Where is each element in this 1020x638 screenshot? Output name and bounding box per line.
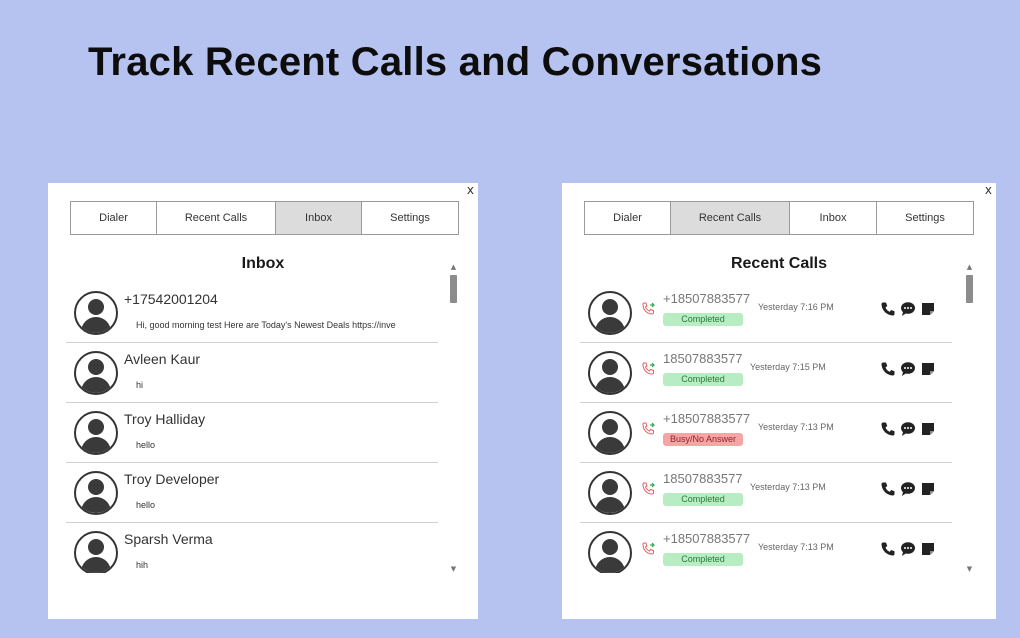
- message-snippet: Hi, good morning test Here are Today's N…: [136, 320, 396, 330]
- phone-icon[interactable]: [880, 481, 896, 497]
- contact-name: Troy Developer: [124, 471, 220, 487]
- close-button[interactable]: x: [985, 183, 992, 197]
- call-number: 18507883577: [663, 351, 743, 366]
- message-row[interactable]: Sparsh Verma hih: [66, 523, 438, 573]
- avatar-icon: [588, 531, 632, 573]
- tab-dialer[interactable]: Dialer: [585, 202, 671, 234]
- call-row[interactable]: 18507883577 Yesterday 7:13 PM Completed: [580, 463, 952, 523]
- contact-name: Avleen Kaur: [124, 351, 201, 367]
- call-number: +18507883577: [663, 291, 751, 306]
- outgoing-call-icon: [642, 482, 655, 495]
- call-row[interactable]: 18507883577 Yesterday 7:15 PM Completed: [580, 343, 952, 403]
- scrollbar[interactable]: ▲ ▼: [965, 263, 974, 573]
- tab-settings[interactable]: Settings: [877, 202, 973, 234]
- tab-settings[interactable]: Settings: [362, 202, 458, 234]
- outgoing-call-icon: [642, 302, 655, 315]
- message-row[interactable]: Troy Developer hello: [66, 463, 438, 523]
- chat-bubble-icon[interactable]: [900, 481, 916, 497]
- avatar-icon: [74, 291, 118, 335]
- page-headline: Track Recent Calls and Conversations: [88, 40, 823, 84]
- avatar-icon: [74, 531, 118, 573]
- outgoing-call-icon: [642, 422, 655, 435]
- call-timestamp: Yesterday 7:13 PM: [758, 422, 834, 432]
- scrollbar[interactable]: ▲ ▼: [449, 263, 458, 573]
- call-actions: [880, 481, 936, 497]
- message-row[interactable]: +17542001204 Hi, good morning test Here …: [66, 283, 438, 343]
- message-row[interactable]: Avleen Kaur hi: [66, 343, 438, 403]
- panel-title: Inbox: [241, 255, 285, 272]
- scroll-thumb[interactable]: [966, 275, 973, 303]
- call-actions: [880, 541, 936, 557]
- tab-inbox[interactable]: Inbox: [276, 202, 362, 234]
- avatar-icon: [588, 291, 632, 335]
- tab-recent-calls[interactable]: Recent Calls: [157, 202, 276, 234]
- avatar-icon: [588, 351, 632, 395]
- status-badge: Busy/No Answer: [663, 433, 743, 446]
- chat-bubble-icon[interactable]: [900, 361, 916, 377]
- contact-name: +17542001204: [124, 291, 218, 307]
- note-icon[interactable]: [920, 361, 936, 377]
- call-timestamp: Yesterday 7:13 PM: [758, 542, 834, 552]
- call-timestamp: Yesterday 7:16 PM: [758, 302, 834, 312]
- chat-bubble-icon[interactable]: [900, 541, 916, 557]
- contact-name: Sparsh Verma: [124, 531, 213, 547]
- recent-calls-panel: x Dialer Recent Calls Inbox Settings Rec…: [562, 183, 996, 619]
- call-actions: [880, 361, 936, 377]
- scroll-down-icon[interactable]: ▼: [449, 565, 458, 573]
- status-badge: Completed: [663, 493, 743, 506]
- call-number: 18507883577: [663, 471, 743, 486]
- status-badge: Completed: [663, 553, 743, 566]
- call-list: +18507883577 Yesterday 7:16 PM Completed…: [580, 283, 952, 573]
- chat-bubble-icon[interactable]: [900, 421, 916, 437]
- call-row[interactable]: +18507883577 Yesterday 7:13 PM Busy/No A…: [580, 403, 952, 463]
- avatar-icon: [588, 411, 632, 455]
- tab-inbox[interactable]: Inbox: [790, 202, 877, 234]
- call-timestamp: Yesterday 7:13 PM: [750, 482, 826, 492]
- call-row[interactable]: +18507883577 Yesterday 7:13 PM Completed: [580, 523, 952, 573]
- note-icon[interactable]: [920, 301, 936, 317]
- note-icon[interactable]: [920, 421, 936, 437]
- note-icon[interactable]: [920, 541, 936, 557]
- chat-bubble-icon[interactable]: [900, 301, 916, 317]
- panel-title: Recent Calls: [730, 255, 828, 272]
- contact-name: Troy Halliday: [124, 411, 206, 427]
- outgoing-call-icon: [642, 542, 655, 555]
- status-badge: Completed: [663, 373, 743, 386]
- phone-icon[interactable]: [880, 361, 896, 377]
- call-actions: [880, 421, 936, 437]
- message-snippet: hello: [136, 440, 156, 450]
- message-snippet: hello: [136, 500, 156, 510]
- avatar-icon: [74, 411, 118, 455]
- call-actions: [880, 301, 936, 317]
- message-list: +17542001204 Hi, good morning test Here …: [66, 283, 438, 573]
- phone-icon[interactable]: [880, 421, 896, 437]
- phone-icon[interactable]: [880, 541, 896, 557]
- outgoing-call-icon: [642, 362, 655, 375]
- call-timestamp: Yesterday 7:15 PM: [750, 362, 826, 372]
- close-button[interactable]: x: [467, 183, 474, 197]
- scroll-up-icon[interactable]: ▲: [965, 263, 974, 271]
- tab-bar: Dialer Recent Calls Inbox Settings: [584, 201, 974, 235]
- message-snippet: hih: [136, 560, 149, 570]
- call-number: +18507883577: [663, 411, 751, 426]
- avatar-icon: [588, 471, 632, 515]
- avatar-icon: [74, 351, 118, 395]
- note-icon[interactable]: [920, 481, 936, 497]
- tab-dialer[interactable]: Dialer: [71, 202, 157, 234]
- call-number: +18507883577: [663, 531, 751, 546]
- scroll-down-icon[interactable]: ▼: [965, 565, 974, 573]
- avatar-icon: [74, 471, 118, 515]
- message-row[interactable]: Troy Halliday hello: [66, 403, 438, 463]
- message-snippet: hi: [136, 380, 144, 390]
- call-row[interactable]: +18507883577 Yesterday 7:16 PM Completed: [580, 283, 952, 343]
- phone-icon[interactable]: [880, 301, 896, 317]
- tab-bar: Dialer Recent Calls Inbox Settings: [70, 201, 459, 235]
- inbox-panel: x Dialer Recent Calls Inbox Settings Inb…: [48, 183, 478, 619]
- status-badge: Completed: [663, 313, 743, 326]
- scroll-up-icon[interactable]: ▲: [449, 263, 458, 271]
- scroll-thumb[interactable]: [450, 275, 457, 303]
- tab-recent-calls[interactable]: Recent Calls: [671, 202, 790, 234]
